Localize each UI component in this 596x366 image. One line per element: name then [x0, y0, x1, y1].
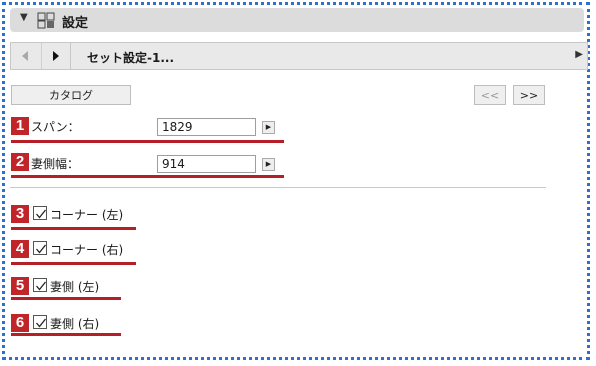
checkbox-check-icon: [36, 209, 47, 219]
section-divider: [10, 187, 546, 188]
next-set-button[interactable]: >>: [513, 85, 545, 105]
span-field[interactable]: 1829: [157, 118, 256, 136]
checkbox-check-icon: [36, 244, 47, 254]
gable-width-field[interactable]: 914: [157, 155, 256, 173]
gable-width-label: 妻側幅：: [31, 157, 80, 171]
corner-right-label: コーナー (右): [50, 243, 124, 257]
gable-left-label: 妻側 (左): [50, 280, 100, 294]
badge-2: 2: [11, 153, 29, 171]
corner-left-checkbox[interactable]: [33, 206, 47, 220]
corner-left-label: コーナー (左): [50, 208, 124, 222]
catalog-button[interactable]: カタログ: [11, 85, 131, 105]
gable-right-checkbox[interactable]: [33, 315, 47, 329]
checkbox-check-icon: [36, 318, 47, 328]
badge-4: 4: [11, 240, 29, 258]
gable-left-checkbox[interactable]: [33, 278, 47, 292]
highlight-line-4: [11, 262, 136, 265]
span-menu-button[interactable]: ▶: [262, 121, 275, 134]
highlight-line-5: [11, 297, 121, 300]
prev-button[interactable]: [11, 43, 39, 69]
highlight-line-6: [11, 333, 121, 336]
triangle-down-icon[interactable]: ▼: [20, 12, 28, 23]
right-chevron-icon[interactable]: ▶: [575, 49, 583, 60]
set-name[interactable]: セット設定-1...: [87, 49, 174, 66]
set-navigator: セット設定-1... ▶: [10, 42, 588, 70]
corner-right-checkbox[interactable]: [33, 241, 47, 255]
badge-1: 1: [11, 117, 29, 135]
badge-5: 5: [11, 277, 29, 295]
highlight-line-1: [11, 140, 284, 143]
gable-right-label: 妻側 (右): [50, 317, 100, 331]
panel-title: 設定: [62, 16, 89, 31]
left-arrow-icon: [22, 51, 28, 61]
highlight-line-2: [11, 175, 284, 178]
settings-panel-icon: [37, 11, 55, 29]
span-label: スパン：: [31, 120, 80, 134]
right-arrow-icon: [53, 51, 59, 61]
gable-width-menu-button[interactable]: ▶: [262, 158, 275, 171]
badge-3: 3: [11, 205, 29, 223]
panel-header[interactable]: ▼ 設定: [10, 8, 584, 32]
prev-set-button[interactable]: <<: [474, 85, 506, 105]
highlight-line-3: [11, 227, 136, 230]
next-button[interactable]: [41, 43, 71, 69]
badge-6: 6: [11, 314, 29, 332]
checkbox-check-icon: [36, 281, 47, 291]
